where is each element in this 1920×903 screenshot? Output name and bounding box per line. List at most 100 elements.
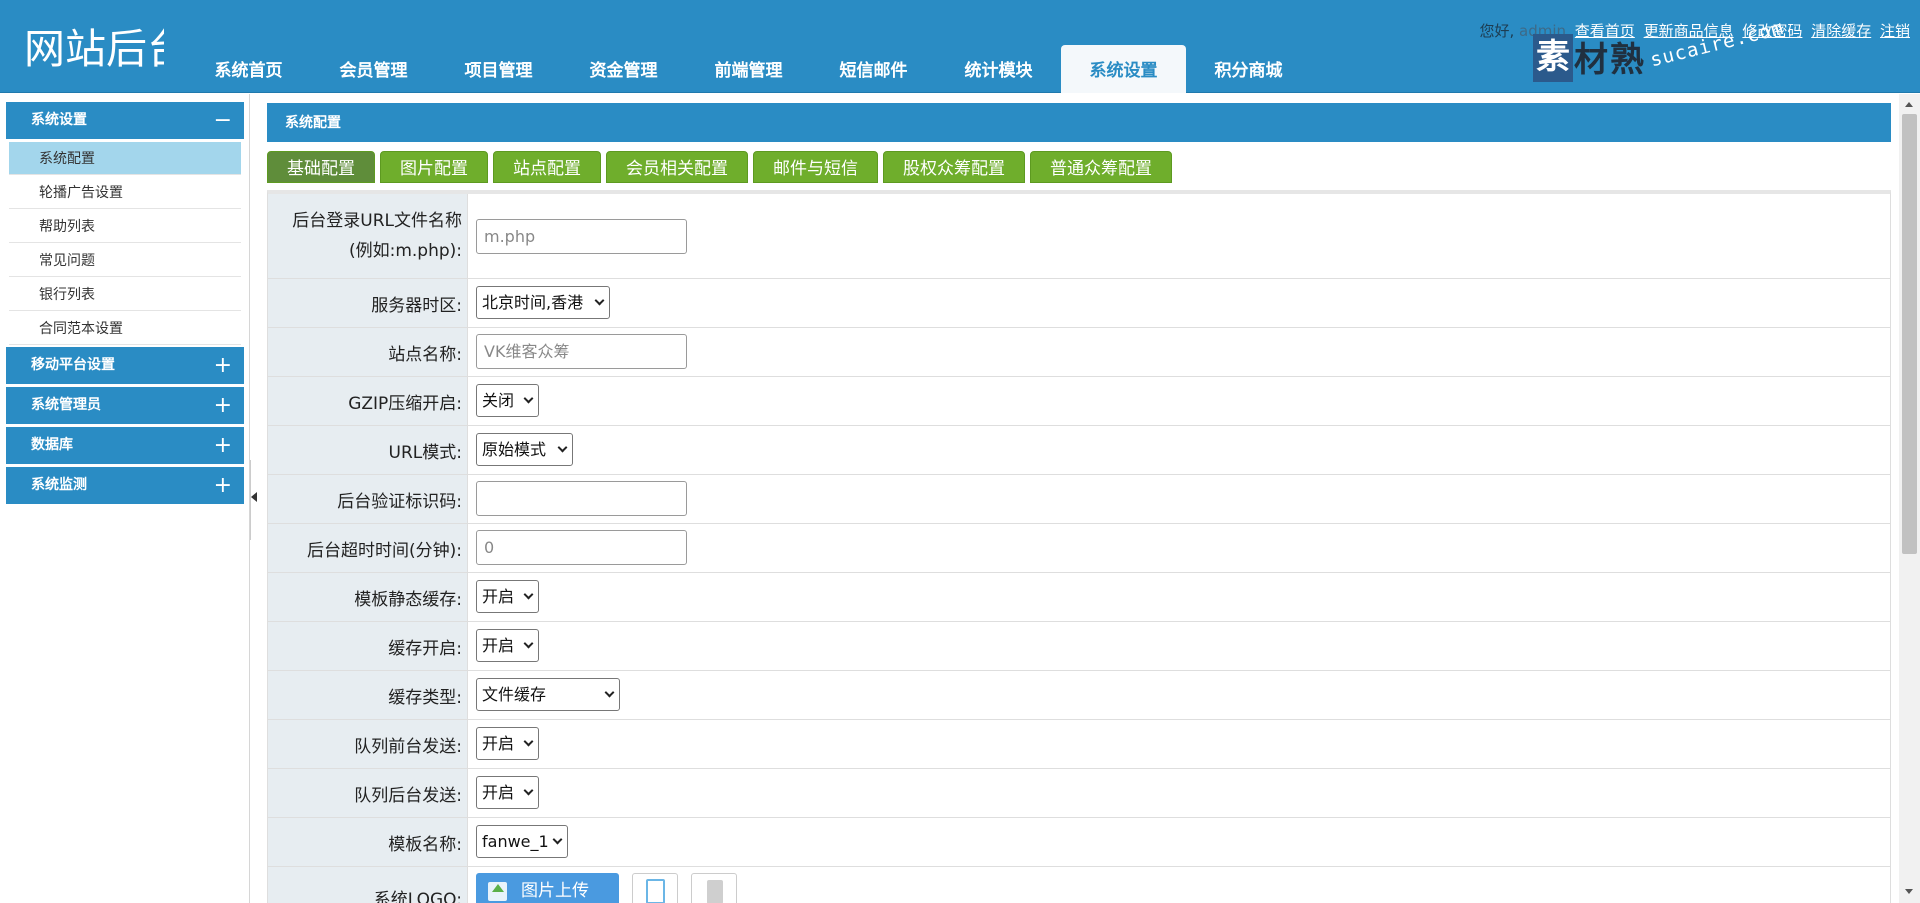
tab-member-config[interactable]: 会员相关配置 <box>606 151 748 183</box>
login-url-input[interactable]: m.php <box>476 219 687 254</box>
chevron-down-icon <box>523 785 534 796</box>
nav-statistics[interactable]: 统计模块 <box>936 45 1061 93</box>
expand-icon[interactable]: + <box>214 347 232 384</box>
nav-points-mall[interactable]: 积分商城 <box>1186 45 1311 93</box>
form-row: GZIP压缩开启: 关闭 <box>268 377 1890 426</box>
form-row: 队列前台发送: 开启 <box>268 720 1890 769</box>
tab-basic-config[interactable]: 基础配置 <box>267 151 375 183</box>
sidebar-group-label: 系统设置 <box>31 112 87 128</box>
timeout-input[interactable]: 0 <box>476 530 687 565</box>
system-logo-label: 系统LOGO: <box>373 889 462 903</box>
site-name-input[interactable]: VK维客众筹 <box>476 334 687 369</box>
tab-equity-crowdfunding[interactable]: 股权众筹配置 <box>883 151 1025 183</box>
cache-enabled-select[interactable]: 开启 <box>476 629 539 662</box>
sidebar-group-database[interactable]: 数据库 + <box>6 427 244 464</box>
gzip-value: 关闭 <box>482 391 515 410</box>
sidebar-group-mobile-platform[interactable]: 移动平台设置 + <box>6 347 244 384</box>
collapse-icon[interactable]: − <box>214 102 232 139</box>
url-mode-value: 原始模式 <box>482 440 547 459</box>
sidebar-group-system-settings[interactable]: 系统设置 − <box>6 102 244 139</box>
clear-cache-link[interactable]: 清除缓存 <box>1811 22 1871 40</box>
queue-back-send-value: 开启 <box>482 783 515 802</box>
admin-verify-code-input[interactable] <box>476 481 687 516</box>
chevron-down-icon <box>523 393 534 404</box>
chevron-down-icon <box>594 295 605 306</box>
scrollbar-thumb[interactable] <box>1902 114 1917 554</box>
tab-image-config[interactable]: 图片配置 <box>380 151 488 183</box>
scroll-up-icon[interactable] <box>1905 102 1913 107</box>
scroll-down-icon[interactable] <box>1905 889 1913 894</box>
form-row: URL模式: 原始模式 <box>268 426 1890 475</box>
sidebar-item-system-config[interactable]: 系统配置 <box>9 142 241 175</box>
form-row: 模板名称: fanwe_1 <box>268 818 1890 867</box>
field-label: 队列前台发送: <box>268 720 468 768</box>
sidebar-item-help-list[interactable]: 帮助列表 <box>9 210 241 243</box>
sidebar-item-faq[interactable]: 常见问题 <box>9 244 241 277</box>
field-label: 模板静态缓存: <box>268 573 468 621</box>
sidebar: 系统设置 − 系统配置 轮播广告设置 帮助列表 常见问题 银行列表 合同范本设置… <box>0 94 250 903</box>
cache-type-select[interactable]: 文件缓存 <box>476 678 620 711</box>
queue-front-send-select[interactable]: 开启 <box>476 727 539 760</box>
image-upload-button[interactable]: 图片上传 <box>476 873 619 903</box>
url-mode-label: URL模式: <box>388 442 462 463</box>
greeting-text: 您好, <box>1479 22 1515 40</box>
watermark-url: sucaire.com <box>1648 16 1787 72</box>
tab-email-sms[interactable]: 邮件与短信 <box>753 151 878 183</box>
expand-icon[interactable]: + <box>214 387 232 424</box>
image-preview-button[interactable] <box>632 873 678 903</box>
template-static-cache-select[interactable]: 开启 <box>476 580 539 613</box>
image-preview-icon <box>646 879 665 903</box>
logout-link[interactable]: 注销 <box>1880 22 1910 40</box>
gzip-select[interactable]: 关闭 <box>476 384 539 417</box>
template-name-label: 模板名称: <box>388 834 462 855</box>
tab-normal-crowdfunding[interactable]: 普通众筹配置 <box>1030 151 1172 183</box>
form-row: 缓存开启: 开启 <box>268 622 1890 671</box>
tab-site-config[interactable]: 站点配置 <box>493 151 601 183</box>
expand-icon[interactable]: + <box>214 467 232 504</box>
vertical-scrollbar[interactable] <box>1899 94 1920 903</box>
form-row: 模板静态缓存: 开启 <box>268 573 1890 622</box>
config-tabs: 基础配置 图片配置 站点配置 会员相关配置 邮件与短信 股权众筹配置 普通众筹配… <box>267 151 1177 183</box>
timezone-value: 北京时间,香港 <box>482 293 584 312</box>
template-name-select[interactable]: fanwe_1 <box>476 825 568 858</box>
sidebar-item-contract-template[interactable]: 合同范本设置 <box>9 312 241 345</box>
watermark-title: 材熟 <box>1574 40 1646 80</box>
cache-enabled-label: 缓存开启: <box>388 638 462 659</box>
sidebar-item-carousel-ads[interactable]: 轮播广告设置 <box>9 176 241 209</box>
page-title: 系统配置 <box>267 103 1891 142</box>
expand-icon[interactable]: + <box>214 427 232 464</box>
sidebar-group-label: 数据库 <box>31 437 73 453</box>
sidebar-collapse-handle[interactable] <box>250 460 260 540</box>
field-label: 站点名称: <box>268 328 468 376</box>
sidebar-group-label: 系统管理员 <box>31 397 101 413</box>
nav-projects[interactable]: 项目管理 <box>436 45 561 93</box>
form-row: 后台登录URL文件名称 (例如:m.php): m.php <box>268 194 1890 279</box>
form-row: 系统LOGO: 图片上传 <box>268 867 1890 903</box>
upload-button-label: 图片上传 <box>521 881 589 901</box>
queue-back-send-select[interactable]: 开启 <box>476 776 539 809</box>
queue-front-send-label: 队列前台发送: <box>354 736 462 757</box>
field-label: URL模式: <box>268 426 468 474</box>
form-row: 站点名称: VK维客众筹 <box>268 328 1890 377</box>
form-row: 服务器时区: 北京时间,香港 <box>268 279 1890 328</box>
delete-image-button[interactable] <box>691 873 737 903</box>
timezone-label: 服务器时区: <box>371 295 462 316</box>
url-mode-select[interactable]: 原始模式 <box>476 433 573 466</box>
sidebar-group-system-monitor[interactable]: 系统监测 + <box>6 467 244 504</box>
nav-members[interactable]: 会员管理 <box>311 45 436 93</box>
timezone-select[interactable]: 北京时间,香港 <box>476 286 610 319</box>
field-label: GZIP压缩开启: <box>268 377 468 425</box>
nav-funds[interactable]: 资金管理 <box>561 45 686 93</box>
nav-sms-email[interactable]: 短信邮件 <box>811 45 936 93</box>
chevron-down-icon <box>604 687 615 698</box>
nav-frontend[interactable]: 前端管理 <box>686 45 811 93</box>
field-label: 队列后台发送: <box>268 769 468 817</box>
chevron-down-icon <box>523 589 534 600</box>
sidebar-group-system-admin[interactable]: 系统管理员 + <box>6 387 244 424</box>
nav-system-settings[interactable]: 系统设置 <box>1061 45 1186 93</box>
sidebar-item-bank-list[interactable]: 银行列表 <box>9 278 241 311</box>
nav-home[interactable]: 系统首页 <box>186 45 311 93</box>
template-static-cache-label: 模板静态缓存: <box>354 589 462 610</box>
site-logo: 网站后台 <box>24 25 164 73</box>
upload-icon <box>488 882 507 901</box>
